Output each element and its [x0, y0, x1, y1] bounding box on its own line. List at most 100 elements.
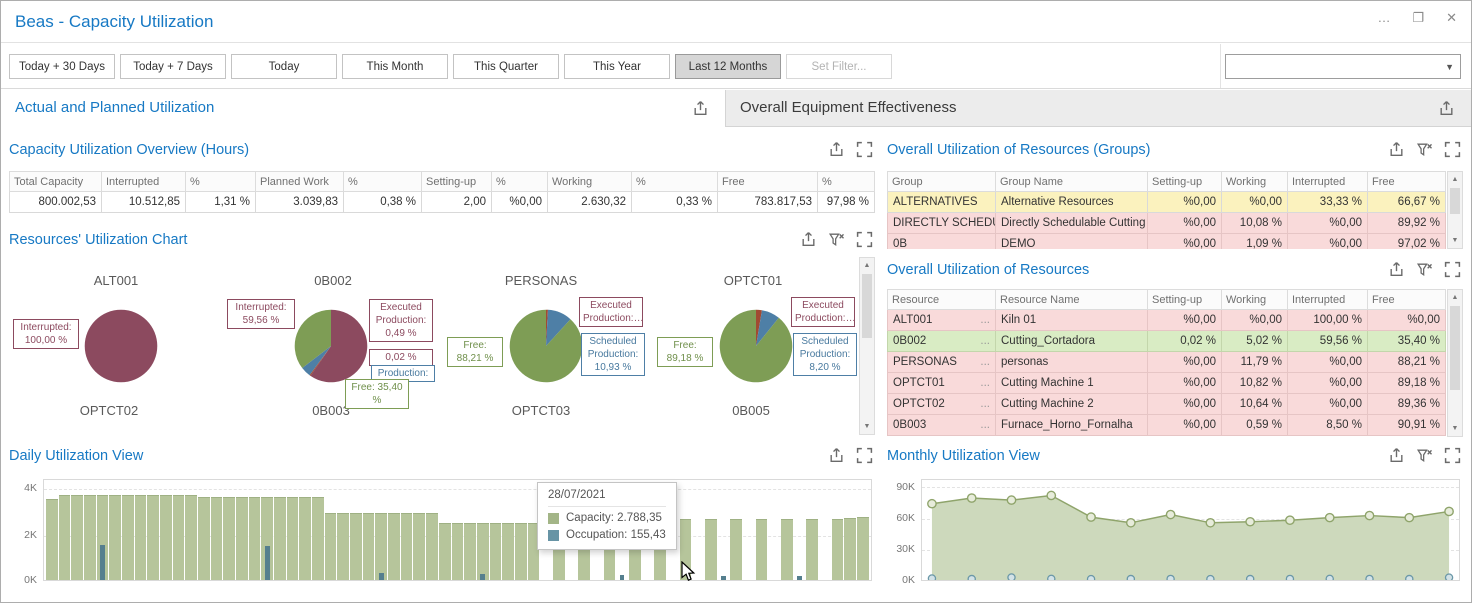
daily-bar[interactable] — [173, 480, 185, 580]
daily-bar[interactable] — [109, 480, 121, 580]
daily-bar[interactable] — [198, 480, 210, 580]
expand-icon[interactable] — [856, 231, 873, 248]
expand-icon[interactable] — [1444, 261, 1461, 278]
scrollbar-thumb[interactable] — [1450, 306, 1460, 390]
monthly-plot-area[interactable] — [921, 479, 1460, 581]
daily-bar[interactable] — [730, 480, 742, 580]
daily-bar[interactable] — [375, 480, 387, 580]
filter-button-today-7[interactable]: Today + 7 Days — [120, 54, 226, 79]
window-close-button[interactable]: ✕ — [1446, 10, 1457, 26]
daily-bar[interactable] — [705, 480, 717, 580]
filter-button-today[interactable]: Today — [231, 54, 337, 79]
daily-bar[interactable] — [97, 480, 109, 580]
export-icon[interactable] — [828, 447, 845, 464]
daily-bar[interactable] — [502, 480, 514, 580]
table-row[interactable]: DIRECTLY SCHEDU... Directly Schedulable … — [888, 213, 1446, 234]
daily-plot-area[interactable] — [43, 479, 872, 581]
daily-bar[interactable] — [844, 480, 856, 580]
tab-overall-equipment-effectiveness[interactable]: Overall Equipment Effectiveness — [725, 90, 1471, 127]
daily-bar[interactable] — [185, 480, 197, 580]
daily-bar[interactable] — [325, 480, 337, 580]
export-icon[interactable] — [1388, 141, 1405, 158]
table-row[interactable]: PERSONAS... personas %0,00 11,79 % %0,00… — [888, 352, 1446, 373]
filter-icon[interactable] — [828, 231, 845, 248]
resources-table-scrollbar[interactable]: ▲ ▼ — [1447, 289, 1463, 437]
daily-bar[interactable] — [806, 480, 818, 580]
daily-bar[interactable] — [490, 480, 502, 580]
daily-bar[interactable] — [794, 480, 806, 580]
pie-chart-0b002[interactable] — [294, 309, 368, 383]
pie-chart-optct01[interactable] — [719, 309, 793, 383]
daily-bar[interactable] — [312, 480, 324, 580]
scroll-up-icon[interactable]: ▲ — [1448, 172, 1462, 187]
daily-bar[interactable] — [59, 480, 71, 580]
daily-bar[interactable] — [274, 480, 286, 580]
daily-bar[interactable] — [350, 480, 362, 580]
export-icon[interactable] — [828, 141, 845, 158]
daily-bar[interactable] — [857, 480, 869, 580]
filter-button-this-month[interactable]: This Month — [342, 54, 448, 79]
daily-bar[interactable] — [819, 480, 831, 580]
window-maximize-button[interactable]: ❐ — [1412, 10, 1424, 26]
pie-chart-personas[interactable] — [509, 309, 583, 383]
table-row[interactable]: ALT001... Kiln 01 %0,00 %0,00 100,00 % %… — [888, 310, 1446, 331]
daily-bar[interactable] — [401, 480, 413, 580]
filter-icon[interactable] — [1416, 447, 1433, 464]
resource-drilldown-link[interactable]: ... — [974, 356, 990, 368]
resource-drilldown-link[interactable]: ... — [974, 398, 990, 410]
resource-drilldown-link[interactable]: ... — [974, 335, 990, 347]
table-row[interactable]: OPTCT02... Cutting Machine 2 %0,00 10,64… — [888, 394, 1446, 415]
table-row-selected[interactable]: 0B002... Cutting_Cortadora 0,02 % 5,02 %… — [888, 331, 1446, 352]
daily-bar[interactable] — [84, 480, 96, 580]
daily-bar[interactable] — [147, 480, 159, 580]
daily-bar[interactable] — [287, 480, 299, 580]
daily-bar[interactable] — [363, 480, 375, 580]
daily-bar[interactable] — [439, 480, 451, 580]
tab-actual-planned-utilization[interactable]: Actual and Planned Utilization — [1, 90, 725, 127]
filter-button-last-12-months[interactable]: Last 12 Months — [675, 54, 781, 79]
daily-bar[interactable] — [249, 480, 261, 580]
expand-icon[interactable] — [856, 141, 873, 158]
daily-bar[interactable] — [756, 480, 768, 580]
resource-drilldown-link[interactable]: ... — [974, 314, 990, 326]
daily-bar[interactable] — [211, 480, 223, 580]
daily-bar[interactable] — [160, 480, 172, 580]
daily-bar[interactable] — [261, 480, 273, 580]
pie-area-scrollbar[interactable]: ▲ ▼ — [859, 257, 875, 435]
export-icon[interactable] — [1388, 447, 1405, 464]
table-row[interactable]: 800.002,53 10.512,85 1,31 % 3.039,83 0,3… — [10, 192, 875, 213]
daily-bar[interactable] — [236, 480, 248, 580]
daily-bar[interactable] — [781, 480, 793, 580]
export-icon[interactable] — [1438, 100, 1455, 117]
daily-bar[interactable] — [337, 480, 349, 580]
expand-icon[interactable] — [856, 447, 873, 464]
daily-bar[interactable] — [452, 480, 464, 580]
daily-bar[interactable] — [135, 480, 147, 580]
expand-icon[interactable] — [1444, 447, 1461, 464]
daily-bar[interactable] — [413, 480, 425, 580]
table-row[interactable]: 0B DEMO %0,00 1,09 % %0,00 97,02 % — [888, 234, 1446, 250]
groups-table-scrollbar[interactable]: ▲ ▼ — [1447, 171, 1463, 249]
expand-icon[interactable] — [1444, 141, 1461, 158]
scroll-up-icon[interactable]: ▲ — [860, 258, 874, 273]
daily-bar[interactable] — [515, 480, 527, 580]
export-icon[interactable] — [800, 231, 817, 248]
export-icon[interactable] — [692, 100, 709, 117]
daily-bar[interactable] — [768, 480, 780, 580]
export-icon[interactable] — [1388, 261, 1405, 278]
window-more-button[interactable]: … — [1377, 10, 1390, 26]
table-row[interactable]: ALTERNATIVES Alternative Resources %0,00… — [888, 192, 1446, 213]
daily-bar[interactable] — [477, 480, 489, 580]
daily-bar[interactable] — [299, 480, 311, 580]
resource-drilldown-link[interactable]: ... — [974, 419, 990, 431]
daily-bar[interactable] — [388, 480, 400, 580]
daily-bar[interactable] — [46, 480, 58, 580]
resource-drilldown-link[interactable]: ... — [974, 377, 990, 389]
table-row[interactable]: 0B003... Furnace_Horno_Fornalha %0,00 0,… — [888, 415, 1446, 436]
filter-button-this-year[interactable]: This Year — [564, 54, 670, 79]
filter-button-this-quarter[interactable]: This Quarter — [453, 54, 559, 79]
scroll-up-icon[interactable]: ▲ — [1448, 290, 1462, 305]
filter-button-today-30[interactable]: Today + 30 Days — [9, 54, 115, 79]
daily-bar[interactable] — [718, 480, 730, 580]
daily-bar[interactable] — [426, 480, 438, 580]
